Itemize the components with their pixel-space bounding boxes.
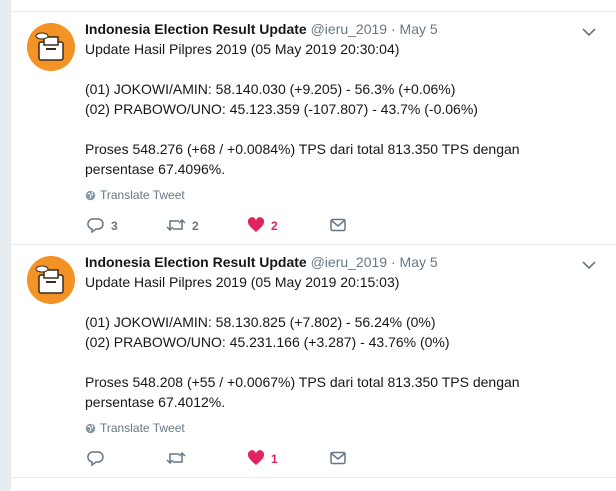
timeline: Indonesia Election Result Update @ieru_2…: [10, 0, 616, 491]
translate-label: Translate Tweet: [100, 188, 185, 202]
like-button[interactable]: 2: [247, 216, 278, 236]
tweet-actions: 3 2 2: [87, 216, 387, 236]
tweet[interactable]: Indonesia Election Result Update @ieru_2…: [11, 11, 616, 245]
translate-tweet-link[interactable]: Translate Tweet: [85, 187, 185, 205]
tweet[interactable]: Indonesia Election Result Update @ieru_2…: [11, 245, 616, 478]
tweet-header: Indonesia Election Result Update @ieru_2…: [85, 252, 577, 272]
tweet-line: [85, 352, 555, 372]
timestamp[interactable]: May 5: [400, 254, 438, 270]
user-handle[interactable]: @ieru_2019: [311, 21, 388, 37]
user-handle[interactable]: @ieru_2019: [311, 254, 388, 270]
globe-icon: [85, 422, 96, 438]
tweet-line: (02) PRABOWO/UNO: 45.123.359 (-107.807) …: [85, 101, 478, 117]
tweet-line: [85, 119, 555, 139]
tweet-header: Indonesia Election Result Update @ieru_2…: [85, 19, 577, 39]
tweet-line: (01) JOKOWI/AMIN: 58.140.030 (+9.205) - …: [85, 81, 456, 97]
tweet-line: (01) JOKOWI/AMIN: 58.130.825 (+7.802) - …: [85, 314, 436, 330]
retweet-count: 2: [192, 219, 199, 233]
like-button[interactable]: 1: [247, 449, 278, 469]
retweet-icon: [166, 218, 186, 233]
tweet-line: (02) PRABOWO/UNO: 45.231.166 (+3.287) - …: [85, 334, 450, 350]
reply-icon: [87, 218, 105, 234]
timestamp[interactable]: May 5: [400, 21, 438, 37]
reply-icon: [87, 451, 105, 467]
tweet-line: Proses 548.208 (+55 / +0.0067%) TPS dari…: [85, 374, 520, 390]
reply-button[interactable]: [87, 449, 111, 469]
avatar[interactable]: [27, 23, 75, 71]
envelope-icon: [329, 218, 347, 233]
envelope-icon: [329, 451, 347, 466]
translate-tweet-link[interactable]: Translate Tweet: [85, 420, 185, 438]
direct-message-button[interactable]: [329, 449, 347, 469]
tweet-line: Update Hasil Pilpres 2019 (05 May 2019 2…: [85, 274, 400, 290]
reply-count: 3: [111, 219, 118, 233]
like-count: 1: [271, 452, 278, 466]
separator: ·: [390, 21, 396, 37]
chevron-down-icon[interactable]: [581, 24, 597, 40]
tweet-line: [85, 292, 555, 312]
heart-icon: [247, 217, 265, 233]
reply-button[interactable]: 3: [87, 216, 118, 236]
tweet-text: Update Hasil Pilpres 2019 (05 May 2019 2…: [85, 39, 555, 179]
tweet-line: persentase 67.4012%.: [85, 394, 226, 410]
tweet-line: persentase 67.4096%.: [85, 161, 226, 177]
tweet-line: [85, 59, 555, 79]
heart-icon: [247, 450, 265, 466]
avatar[interactable]: [27, 256, 75, 304]
retweet-button[interactable]: [166, 449, 192, 469]
retweet-button[interactable]: 2: [166, 216, 199, 236]
translate-label: Translate Tweet: [100, 421, 185, 435]
display-name[interactable]: Indonesia Election Result Update: [85, 254, 307, 270]
tweet-text: Update Hasil Pilpres 2019 (05 May 2019 2…: [85, 272, 555, 412]
like-count: 2: [271, 219, 278, 233]
direct-message-button[interactable]: [329, 216, 347, 236]
separator: ·: [390, 254, 396, 270]
tweet-line: Proses 548.276 (+68 / +0.0084%) TPS dari…: [85, 141, 520, 157]
retweet-icon: [166, 451, 186, 466]
display-name[interactable]: Indonesia Election Result Update: [85, 21, 307, 37]
tweet-line: Update Hasil Pilpres 2019 (05 May 2019 2…: [85, 41, 400, 57]
chevron-down-icon[interactable]: [581, 257, 597, 273]
globe-icon: [85, 189, 96, 205]
tweet-actions: 1: [87, 449, 387, 469]
